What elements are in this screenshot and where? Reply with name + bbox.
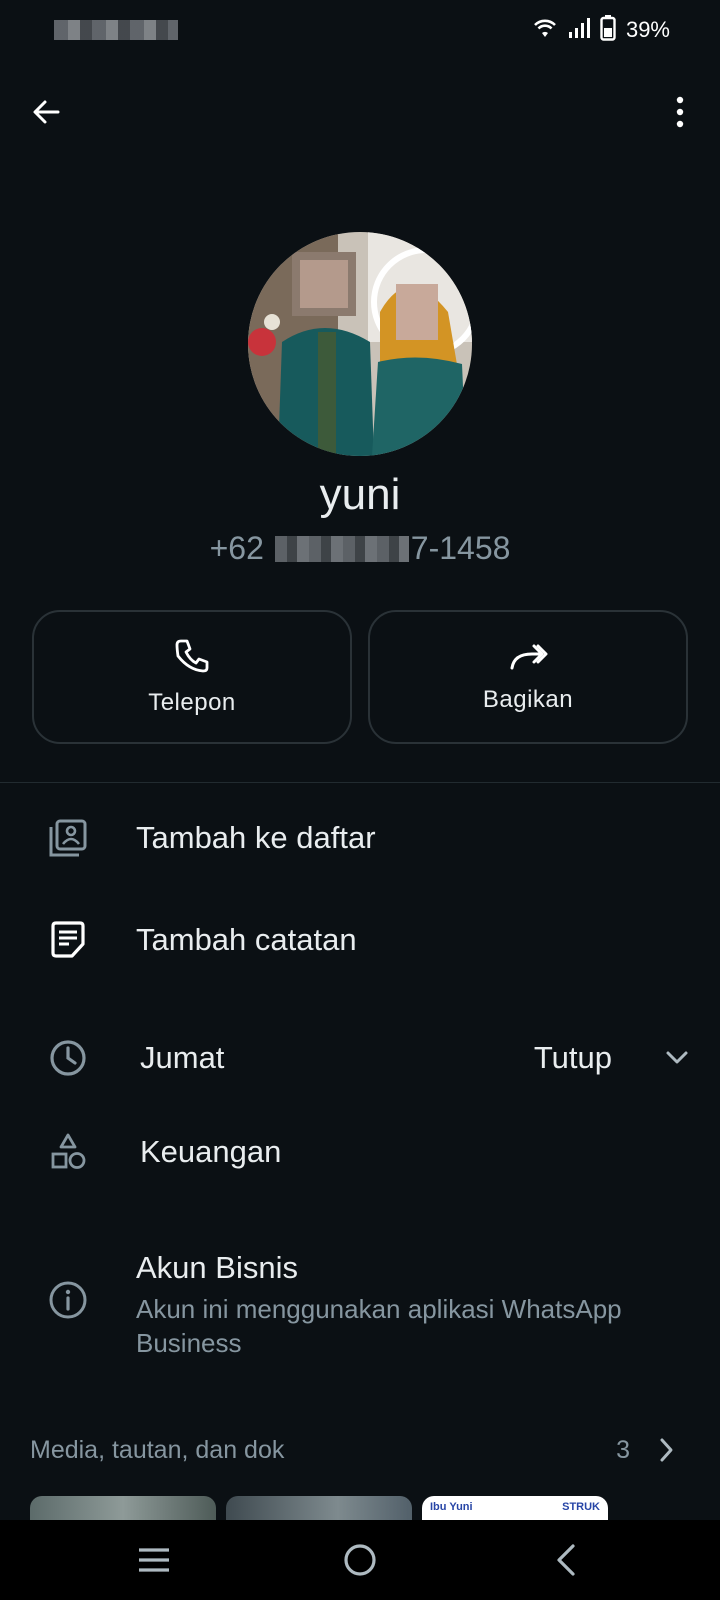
media-thumbnail[interactable] — [30, 1496, 216, 1520]
phone-prefix: +62 — [209, 530, 264, 566]
phone-icon — [175, 639, 209, 673]
media-thumbnail[interactable]: Ibu Yuni STRUK — [422, 1496, 608, 1520]
more-vert-icon — [676, 96, 684, 128]
business-account-description: Akun ini menggunakan aplikasi WhatsApp B… — [136, 1294, 622, 1358]
hours-status: Tutup — [533, 1040, 612, 1075]
add-note-row[interactable]: Tambah catatan — [0, 902, 720, 978]
business-hours-row[interactable]: Jumat Tutup — [0, 1020, 720, 1096]
arrow-left-icon — [33, 100, 60, 124]
info-icon — [46, 1278, 90, 1322]
wifi-icon — [532, 17, 558, 44]
system-nav-bar — [0, 1520, 720, 1600]
profile-avatar[interactable] — [248, 232, 472, 456]
category-label: Keuangan — [140, 1134, 282, 1169]
more-options-button[interactable] — [660, 88, 700, 136]
thumbnail-text: STRUK — [562, 1501, 600, 1513]
media-count: 3 — [616, 1436, 630, 1464]
call-label: Telepon — [148, 689, 236, 716]
status-bar: 39% — [0, 0, 720, 62]
home-button[interactable] — [330, 1536, 390, 1584]
hours-day: Jumat — [140, 1040, 225, 1075]
call-button[interactable]: Telepon — [32, 610, 352, 744]
recents-button[interactable] — [124, 1536, 184, 1584]
home-icon — [344, 1544, 376, 1576]
contact-info-screen: 39% yuni +62 7-1458 Telepon Bagikan Tamb… — [0, 0, 720, 1600]
add-to-list-label: Tambah ke daftar — [136, 820, 376, 855]
contact-phone: +62 7-1458 — [0, 530, 720, 567]
business-account-row: Akun Bisnis Akun ini menggunakan aplikas… — [0, 1240, 720, 1360]
clock-icon — [46, 1036, 90, 1080]
note-icon — [46, 918, 90, 962]
chevron-left-icon — [557, 1544, 575, 1576]
thumbnail-text: Ibu Yuni — [430, 1501, 473, 1513]
battery-percentage: 39% — [625, 17, 670, 42]
add-to-list-row[interactable]: Tambah ke daftar — [0, 800, 720, 876]
system-back-button[interactable] — [536, 1536, 596, 1584]
signal-icon — [568, 17, 590, 44]
business-account-title: Akun Bisnis — [136, 1250, 298, 1285]
recents-icon — [139, 1548, 169, 1572]
status-notifications — [54, 20, 178, 40]
media-title: Media, tautan, dan dok — [30, 1436, 285, 1464]
battery-icon — [600, 14, 616, 46]
chevron-right-icon — [656, 1436, 676, 1469]
back-button[interactable] — [22, 88, 70, 136]
share-button[interactable]: Bagikan — [368, 610, 688, 744]
category-row: Keuangan — [0, 1114, 720, 1190]
shapes-icon — [46, 1130, 90, 1174]
contact-list-icon — [46, 816, 90, 860]
contact-name: yuni — [319, 470, 401, 519]
add-note-label: Tambah catatan — [136, 922, 357, 957]
chevron-down-icon — [664, 1046, 690, 1073]
share-label: Bagikan — [482, 686, 574, 713]
top-bar — [0, 80, 720, 144]
section-divider — [0, 782, 720, 783]
phone-redaction — [274, 536, 409, 562]
phone-suffix: 7-1458 — [410, 530, 511, 566]
media-thumbnail[interactable] — [226, 1496, 412, 1520]
status-indicators: 39% — [532, 14, 670, 46]
share-icon — [510, 644, 548, 670]
